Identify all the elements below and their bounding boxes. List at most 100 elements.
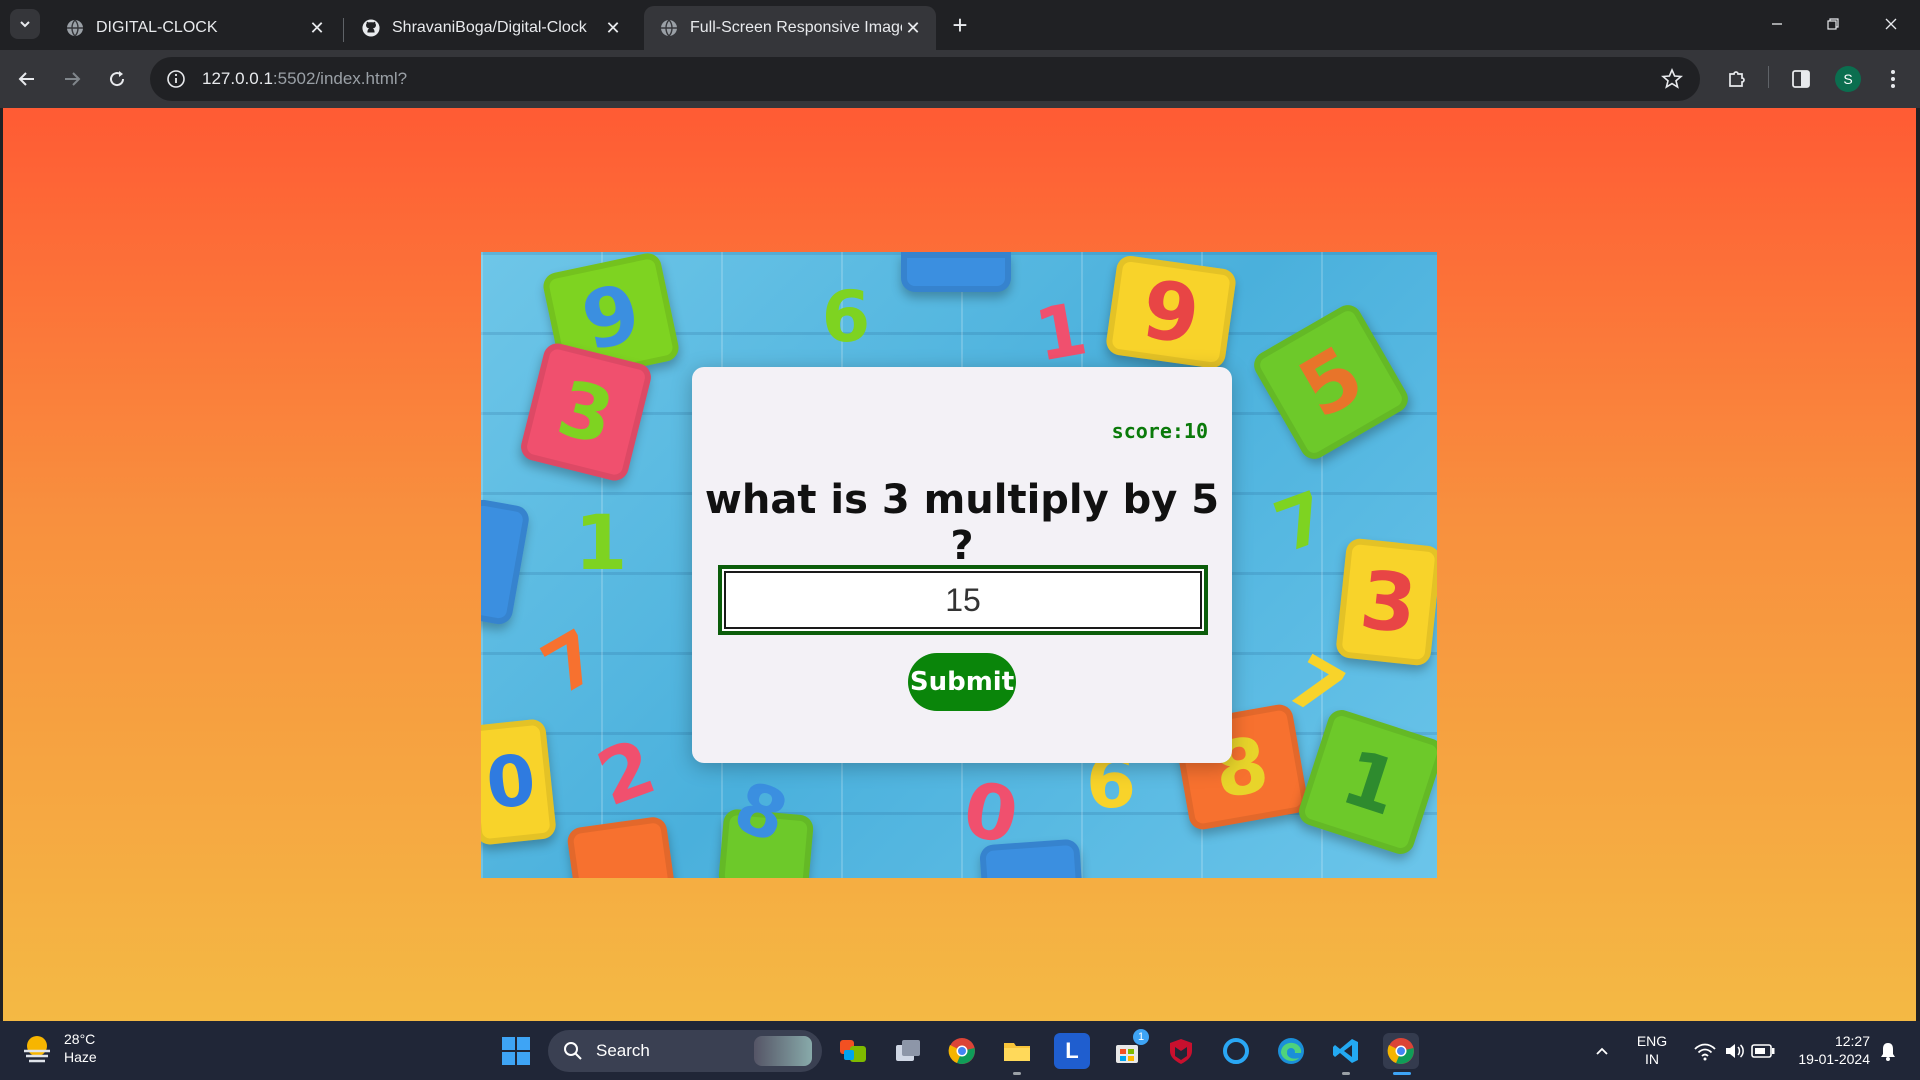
language-indicator[interactable]: ENG IN [1630,1032,1674,1068]
ring-icon [1223,1038,1249,1064]
close-icon [1885,18,1897,30]
close-window-button[interactable] [1873,8,1909,40]
restore-button[interactable] [1815,8,1851,40]
submit-button[interactable]: Submit [908,653,1016,711]
foam-numeral: 6 [821,276,871,358]
clock-time: 12:27 [1834,1033,1870,1049]
puzzle-piece [565,815,677,878]
answer-input[interactable] [718,565,1208,635]
chrome-profile-app[interactable] [1383,1033,1419,1069]
forward-button[interactable] [57,64,87,94]
puzzle-piece: 3 [518,340,654,484]
edge-app[interactable] [1273,1033,1309,1069]
task-view-button[interactable] [890,1033,926,1069]
chrome-icon [948,1038,975,1064]
bell-icon [1881,1043,1895,1061]
extensions-button[interactable] [1722,64,1752,94]
show-hidden-icons-button[interactable] [1584,1033,1620,1069]
site-info-icon[interactable] [164,67,188,91]
puzzle-piece: 3 [1334,537,1437,667]
copilot-app[interactable] [835,1033,871,1069]
browser-toolbar: 127.0.0.1:5502/index.html? S [0,50,1920,108]
tab-full-screen-responsive-image[interactable]: Full-Screen Responsive Image ✕ [644,6,936,50]
edge-icon [1278,1038,1304,1064]
vscode-icon [1333,1039,1358,1063]
foam-numeral: 7 [528,613,614,711]
search-highlight-icon [754,1036,812,1066]
task-view-icon [896,1040,920,1061]
vscode-app[interactable] [1328,1033,1364,1069]
new-tab-button[interactable]: + [946,9,974,40]
puzzle-piece [481,497,531,627]
folder-icon [1004,1043,1030,1061]
reload-icon [110,71,125,87]
puzzle-piece: 9 [1104,254,1238,370]
microsoft-store-app[interactable]: 1 [1109,1029,1149,1069]
reload-button[interactable] [102,64,132,94]
foam-numeral: 1 [574,497,628,587]
globe-icon [66,19,84,37]
windows-logo-icon [502,1037,530,1065]
clock-date: 19-01-2024 [1798,1051,1870,1067]
quiz-card: score:10 what is 3 multiply by 5 ? Submi… [692,367,1232,763]
l-app[interactable]: L [1054,1033,1090,1069]
running-indicator [1342,1072,1350,1075]
running-indicator [1013,1072,1021,1075]
colorful-app-icon [840,1040,866,1062]
question-text: what is 3 multiply by 5 ? [704,477,1220,569]
plus-icon: + [952,9,968,40]
wifi-icon [1694,1043,1716,1061]
puzzle-piece [901,252,1011,292]
side-panel-button[interactable] [1786,64,1816,94]
foam-numeral: 7 [1264,475,1338,569]
url-host: 127.0.0.1 [202,69,273,88]
toolbar-divider [1768,66,1769,88]
mcafee-app[interactable] [1163,1033,1199,1069]
start-button[interactable] [498,1033,534,1069]
restore-icon [1827,18,1839,30]
cortana-app[interactable] [1218,1033,1254,1069]
weather-widget[interactable]: 28°C Haze [20,1030,97,1066]
close-icon[interactable]: ✕ [902,17,924,39]
active-indicator [1393,1072,1411,1075]
github-icon [362,19,380,37]
tab-search-button[interactable] [10,9,40,39]
language-region: IN [1645,1051,1659,1067]
close-icon[interactable]: ✕ [602,17,624,39]
quick-settings-button[interactable] [1686,1033,1782,1069]
chrome-app[interactable] [944,1033,980,1069]
arrow-left-icon [18,72,34,86]
back-button[interactable] [12,64,42,94]
kebab-menu-icon [1891,70,1895,88]
search-icon [562,1040,584,1062]
letter-l-icon: L [1065,1038,1079,1063]
shield-icon [1170,1039,1192,1064]
taskbar-search[interactable]: Search [548,1030,822,1072]
taskbar: 28°C Haze Search L 1 ENG IN 12:27 19-01-… [0,1021,1920,1080]
tab-title: ShravaniBoga/Digital-Clock [392,19,587,36]
search-label: Search [596,1041,650,1060]
minimize-icon [1772,23,1782,25]
foam-numeral: 1 [1029,286,1093,378]
weather-description: Haze [64,1049,97,1065]
bookmark-star-icon[interactable] [1660,67,1684,91]
side-panel-icon [1792,70,1810,88]
notifications-button[interactable] [1874,1033,1902,1069]
profile-avatar[interactable]: S [1835,66,1861,92]
store-badge: 1 [1133,1029,1149,1045]
chevron-down-icon [20,21,30,28]
minimize-button[interactable] [1759,8,1795,40]
tab-digital-clock[interactable]: DIGITAL-CLOCK ✕ [50,6,340,50]
globe-icon [660,19,678,37]
tab-github-digital-clock[interactable]: ShravaniBoga/Digital-Clock ✕ [346,6,636,50]
file-explorer-app[interactable] [999,1033,1035,1069]
address-bar[interactable]: 127.0.0.1:5502/index.html? [150,57,1700,101]
url-path: :5502/index.html? [272,69,408,88]
battery-icon [1751,1044,1775,1058]
close-icon[interactable]: ✕ [306,17,328,39]
puzzle-icon [1729,71,1745,87]
volume-icon [1726,1044,1744,1058]
menu-button[interactable] [1878,64,1908,94]
clock[interactable]: 12:27 19-01-2024 [1784,1032,1870,1068]
chrome-icon [1387,1038,1414,1064]
